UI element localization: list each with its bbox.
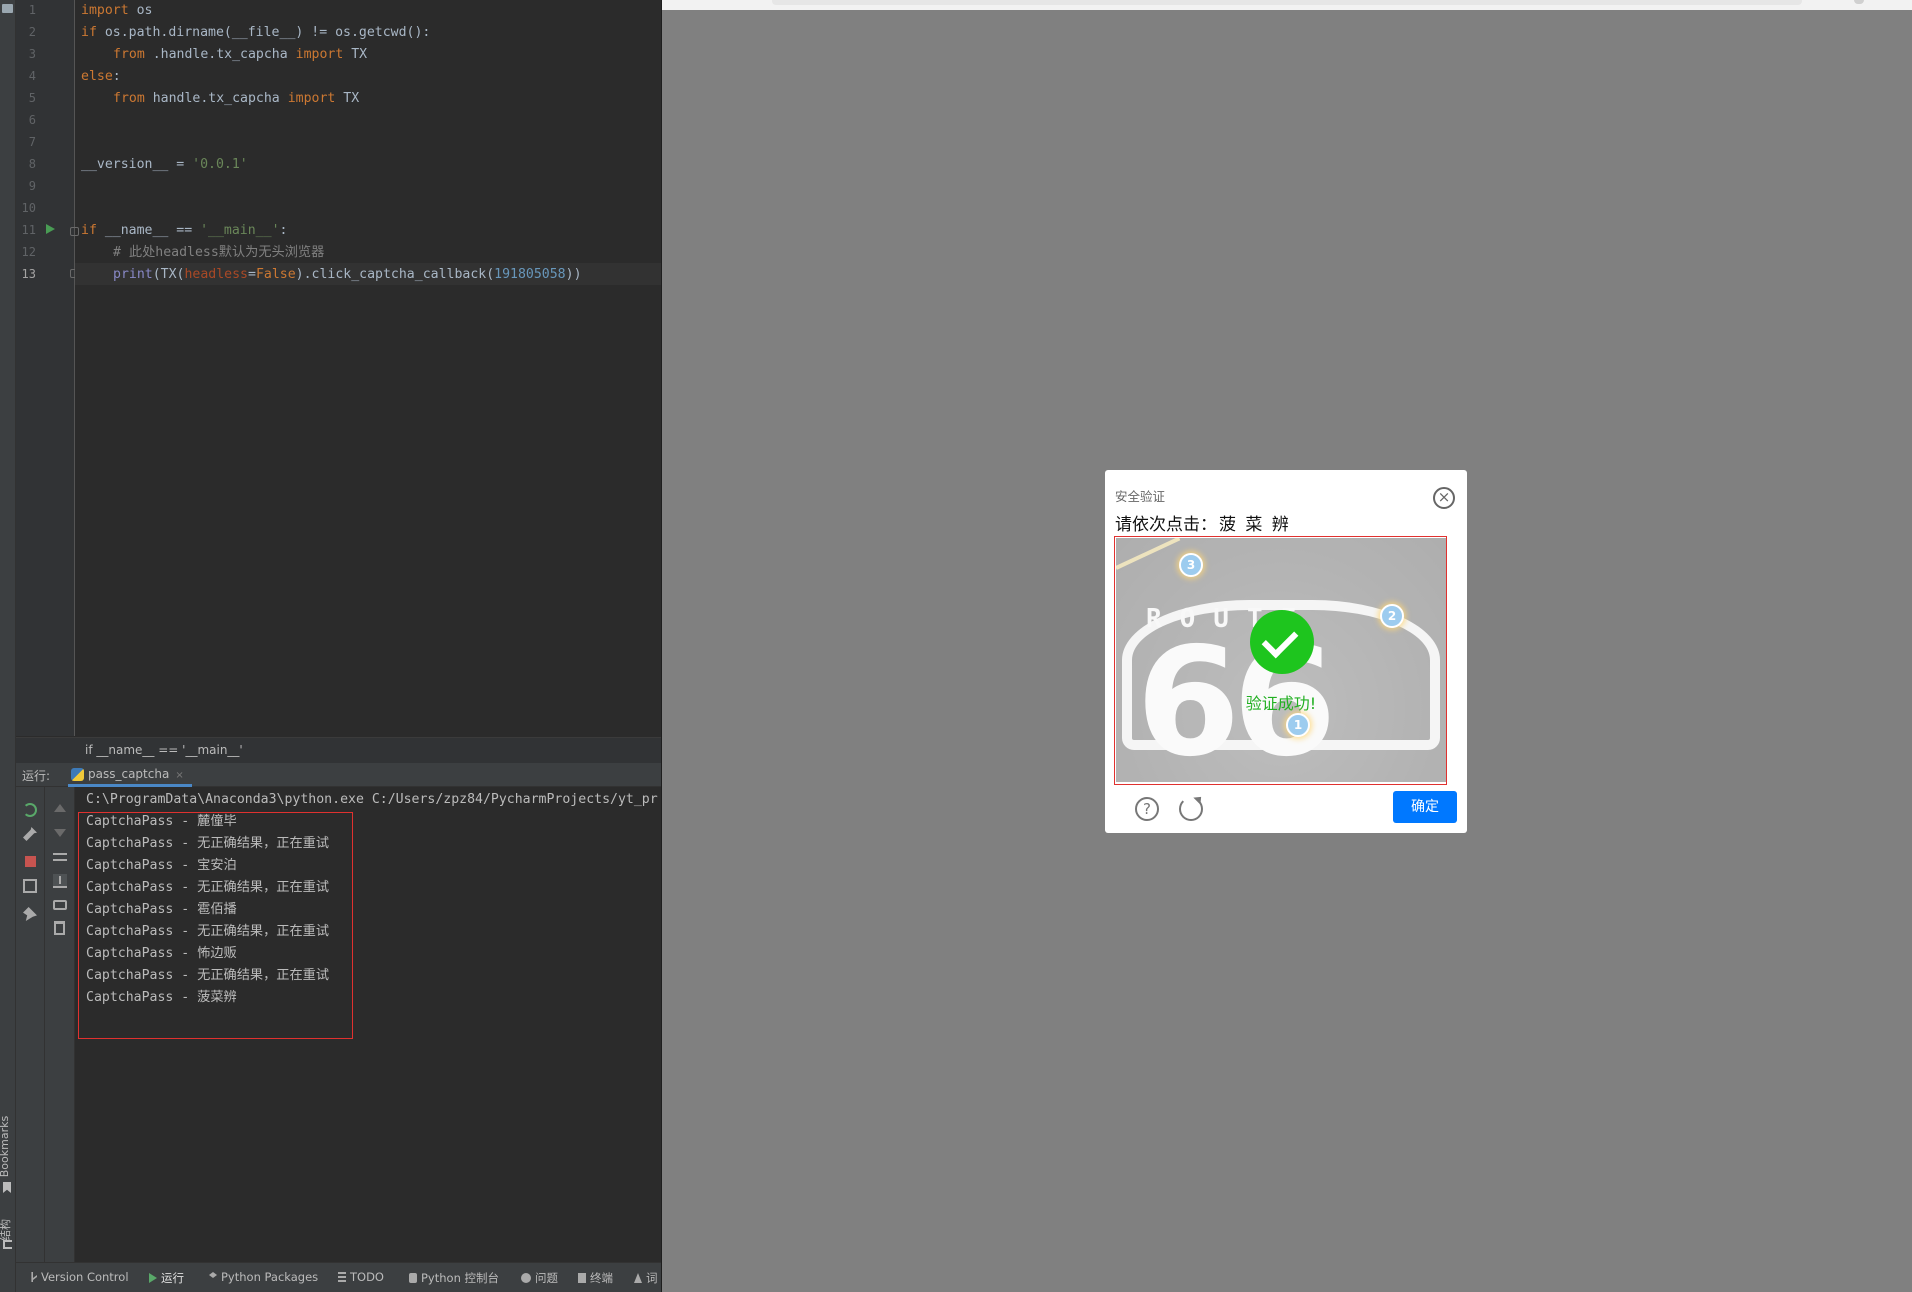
captcha-instruction: 请依次点击：菠 菜 辨 xyxy=(1115,510,1291,535)
help-icon[interactable]: ? xyxy=(1135,797,1159,821)
run-tool-window-header: 运行: pass_captcha × xyxy=(16,763,661,787)
code-line: # 此处headless默认为无头浏览器 xyxy=(113,245,325,260)
pin-icon[interactable] xyxy=(23,907,37,921)
soft-wrap-icon[interactable] xyxy=(53,853,67,861)
scroll-up-icon[interactable] xyxy=(54,804,66,812)
line-number: 8 xyxy=(28,157,36,171)
structure-tool-tab[interactable]: 结构 xyxy=(0,1219,13,1241)
left-tool-strip: Bookmarks 结构 xyxy=(0,0,16,1292)
run-toolbar-secondary xyxy=(45,787,75,1262)
bookmarks-tool-tab[interactable]: Bookmarks xyxy=(0,1116,11,1177)
line-number: 4 xyxy=(28,69,36,83)
breadcrumb[interactable]: if __name__ == '__main__' xyxy=(16,737,661,763)
breadcrumb-item[interactable]: if __name__ == '__main__' xyxy=(85,743,243,757)
problems-tab[interactable]: 问题 xyxy=(521,1270,558,1286)
captcha-dialog: 安全验证 × 请依次点击：菠 菜 辨 ROUTE 66 验证成功! 1 2 3 … xyxy=(1105,470,1467,833)
more-tools-tab[interactable]: 词 xyxy=(634,1270,658,1286)
line-number-current: 13 xyxy=(21,267,36,281)
code-line: from .handle.tx_capcha import TX xyxy=(113,47,368,62)
code-line: from handle.tx_capcha import TX xyxy=(113,91,360,106)
line-number: 2 xyxy=(28,25,36,39)
wrench-icon[interactable] xyxy=(23,827,37,841)
list-icon xyxy=(338,1272,346,1282)
code-editor[interactable]: import os if os.path.dirname(__file__) !… xyxy=(81,0,661,736)
line-number: 10 xyxy=(21,201,36,215)
window-control-icon[interactable] xyxy=(1854,0,1864,4)
confirm-button[interactable]: 确定 xyxy=(1393,791,1457,823)
branch-icon xyxy=(31,1272,37,1282)
structure-icon xyxy=(3,1240,12,1249)
editor-gutter: 1 2 3 4 5 6 7 8 9 10 11 12 13 xyxy=(16,0,79,736)
run-tab-pass-captcha[interactable]: pass_captcha × xyxy=(68,763,192,787)
rerun-icon[interactable] xyxy=(23,803,37,817)
run-window-title: 运行: xyxy=(22,769,51,783)
scroll-to-end-icon[interactable] xyxy=(53,874,67,888)
line-number: 3 xyxy=(28,47,36,61)
tab-close-icon[interactable]: × xyxy=(175,770,183,781)
info-icon xyxy=(521,1273,531,1283)
version-control-tab[interactable]: Version Control xyxy=(29,1270,129,1284)
instruction-characters: 菠 菜 辨 xyxy=(1219,515,1291,535)
address-bar[interactable] xyxy=(772,0,1802,5)
scroll-down-icon[interactable] xyxy=(54,829,66,837)
tool-window-bar: Version Control 运行 Python Packages TODO … xyxy=(16,1262,661,1292)
run-icon xyxy=(149,1273,157,1283)
line-number: 11 xyxy=(21,223,36,237)
python-console-tab[interactable]: Python 控制台 xyxy=(409,1270,499,1286)
python-file-icon xyxy=(71,768,84,781)
browser-window: 安全验证 × 请依次点击：菠 菜 辨 ROUTE 66 验证成功! 1 2 3 … xyxy=(661,0,1912,1292)
run-toolbar-primary xyxy=(16,787,45,1262)
line-number: 12 xyxy=(21,245,36,259)
browser-top-strip xyxy=(662,0,1912,10)
line-number: 5 xyxy=(28,91,36,105)
print-icon[interactable] xyxy=(53,900,67,910)
code-line: if os.path.dirname(__file__) != os.getcw… xyxy=(81,25,431,40)
todo-tab[interactable]: TODO xyxy=(338,1270,384,1284)
code-line: print(TX(headless=False).click_captcha_c… xyxy=(113,267,582,282)
run-tab-bottom[interactable]: 运行 xyxy=(149,1270,184,1286)
python-packages-tab[interactable]: Python Packages xyxy=(209,1270,318,1284)
line-number: 9 xyxy=(28,179,36,193)
captcha-image-highlight-box xyxy=(1114,536,1447,785)
packages-icon xyxy=(209,1272,217,1278)
terminal-tab[interactable]: 终端 xyxy=(578,1270,613,1286)
captcha-header: 安全验证 xyxy=(1115,489,1166,504)
refresh-icon[interactable] xyxy=(1179,797,1203,821)
code-line: __version__ = '0.0.1' xyxy=(81,157,248,172)
line-number: 1 xyxy=(28,3,36,17)
line-number: 7 xyxy=(28,135,36,149)
console-command-line: C:\ProgramData\Anaconda3\python.exe C:/U… xyxy=(86,792,658,807)
fold-icon[interactable] xyxy=(70,227,79,236)
run-tab-label: pass_captcha xyxy=(88,767,170,781)
line-number: 6 xyxy=(28,113,36,127)
run-gutter-icon[interactable] xyxy=(46,224,55,234)
instruction-prefix: 请依次点击： xyxy=(1115,515,1217,535)
layout-icon[interactable] xyxy=(23,879,37,893)
project-folder-icon[interactable] xyxy=(2,4,13,13)
stop-icon[interactable] xyxy=(25,856,36,867)
code-line: import os xyxy=(81,3,153,18)
python-console-icon xyxy=(409,1273,417,1283)
tool-icon xyxy=(634,1273,642,1283)
bookmark-icon xyxy=(3,1182,11,1193)
console-highlight-box xyxy=(78,812,353,1039)
close-icon[interactable]: × xyxy=(1433,487,1455,509)
run-console-output[interactable]: C:\ProgramData\Anaconda3\python.exe C:/U… xyxy=(75,787,661,1262)
code-line: else: xyxy=(81,69,121,84)
code-line: if __name__ == '__main__': xyxy=(81,223,288,238)
ide-window: Bookmarks 结构 1 2 3 4 5 6 7 8 9 10 11 12 … xyxy=(0,0,661,1292)
terminal-icon xyxy=(578,1273,586,1283)
clear-all-icon[interactable] xyxy=(54,921,65,935)
